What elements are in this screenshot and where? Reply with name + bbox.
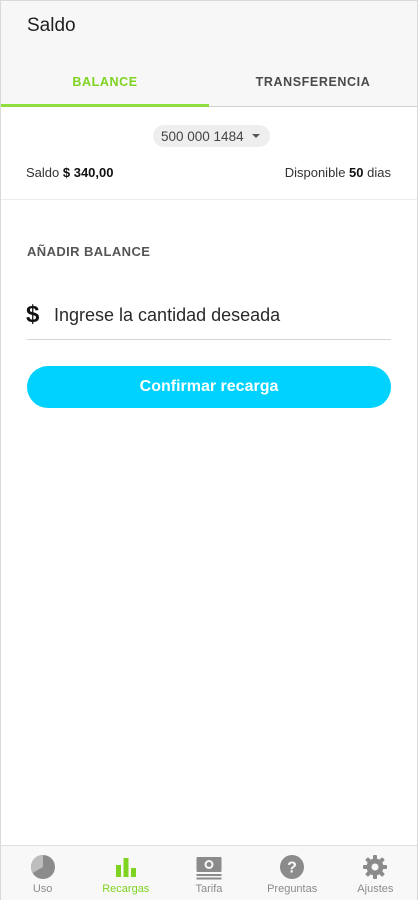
confirm-recharge-button[interactable]: Confirmar recarga [27, 366, 391, 408]
input-underline [27, 339, 391, 340]
nav-item-recargas[interactable]: Recargas [84, 846, 167, 900]
bar-chart-icon [115, 858, 136, 877]
pie-chart-icon [30, 855, 55, 879]
app-header: Saldo BALANCE TRANSFERENCIA [1, 1, 417, 107]
active-tab-indicator [1, 104, 209, 107]
saldo-row: Saldo $ 340,00 [26, 165, 113, 180]
tab-underline [209, 106, 417, 107]
page-title: Saldo [27, 15, 76, 36]
question-circle-icon: ? [280, 855, 305, 879]
nav-item-uso[interactable]: Uso [1, 846, 84, 900]
disponible-unit: dias [367, 165, 391, 180]
chevron-down-icon [251, 134, 260, 138]
disponible-label: Disponible [284, 165, 346, 180]
money-bill-icon [196, 857, 222, 880]
tab-transferencia[interactable]: TRANSFERENCIA [209, 75, 417, 89]
tab-balance[interactable]: BALANCE [1, 75, 209, 89]
nav-label-tarifa: Tarifa [195, 883, 223, 895]
nav-label-recargas: Recargas [102, 883, 150, 895]
saldo-value: $ 340,00 [62, 165, 114, 180]
nav-item-preguntas[interactable]: ? Preguntas [251, 846, 334, 900]
disponible-days: 50 [349, 165, 364, 180]
nav-label-preguntas: Preguntas [267, 883, 318, 895]
phone-number: 500 000 1484 [161, 128, 244, 144]
nav-item-tarifa[interactable]: Tarifa [167, 846, 250, 900]
bottom-navigation: Uso Recargas Tarifa ? Preguntas Ajustes [1, 845, 417, 900]
currency-symbol: $ [26, 301, 40, 328]
phone-number-selector[interactable]: 500 000 1484 [153, 125, 270, 147]
add-balance-heading: AÑADIR BALANCE [27, 244, 151, 259]
nav-item-ajustes[interactable]: Ajustes [334, 846, 417, 900]
gear-icon [363, 855, 388, 879]
amount-input[interactable] [54, 300, 390, 330]
nav-label-uso: Uso [32, 883, 53, 895]
nav-label-ajustes: Ajustes [357, 883, 394, 895]
disponible-row: Disponible 50 dias [285, 165, 391, 180]
divider [1, 199, 417, 200]
saldo-label: Saldo [26, 165, 60, 180]
svg-text:?: ? [287, 860, 297, 877]
